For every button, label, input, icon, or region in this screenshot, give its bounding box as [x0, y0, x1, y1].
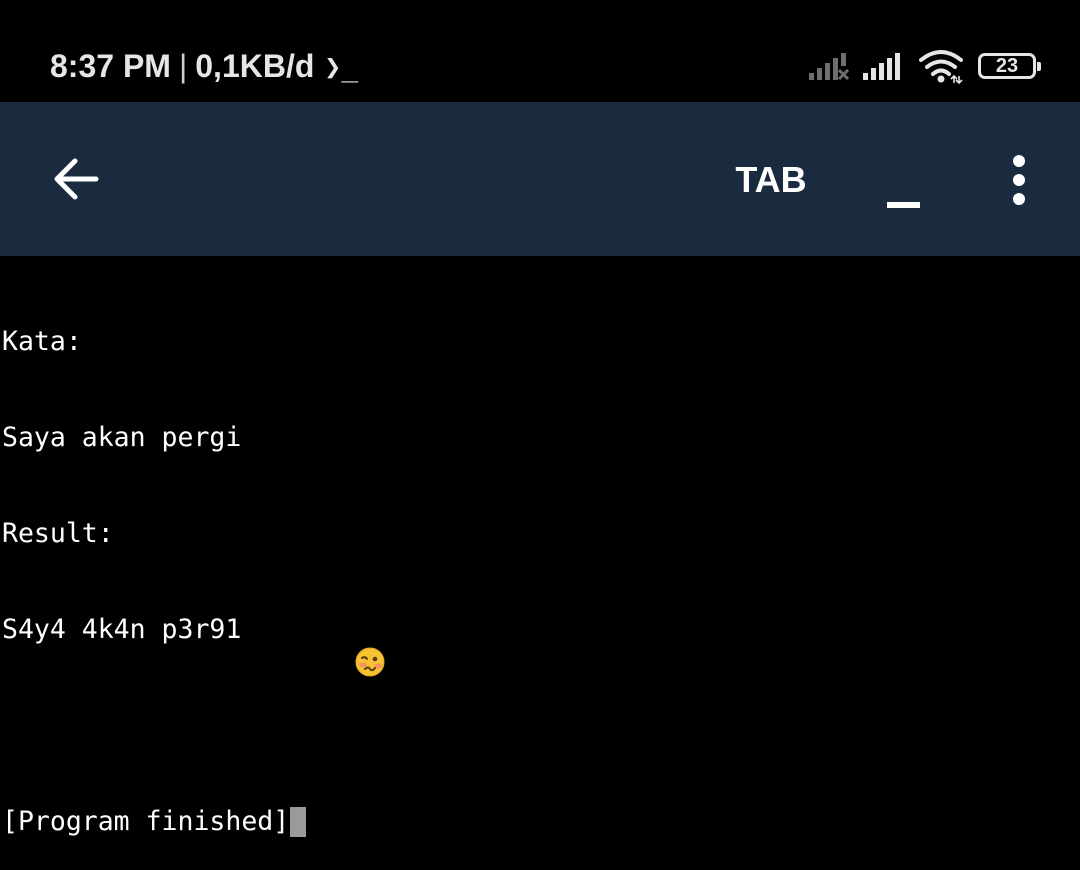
status-separator: |: [178, 47, 188, 84]
terminal-line: Kata:: [2, 326, 1080, 358]
network-speed: 0,1KB/d: [195, 47, 315, 84]
tab-button[interactable]: TAB: [720, 154, 822, 206]
terminal-line: [Program finished]: [2, 806, 1080, 838]
status-bar: 8:37 PM | 0,1KB/d ❯_ 23: [0, 0, 1080, 102]
wifi-icon: [918, 48, 964, 84]
arrow-left-icon: [52, 157, 100, 201]
terminal-line-text: Saya akan pergi: [2, 422, 242, 453]
terminal-line-text: S4y4 4k4n p3r91: [2, 614, 242, 645]
terminal-line-text: Kata:: [2, 326, 82, 357]
terminal-line: Saya akan pergi: [2, 422, 1080, 454]
battery-level: 23: [995, 55, 1019, 77]
underscore-icon: [886, 202, 920, 208]
woozy-face-icon: [259, 615, 385, 677]
terminal-output[interactable]: Kata: Saya akan pergi Result: S4y4 4k4n …: [0, 256, 1080, 837]
terminal-cursor: [290, 807, 307, 837]
back-button[interactable]: [44, 151, 108, 207]
terminal-line: Result:: [2, 518, 1080, 550]
battery-icon: 23: [978, 53, 1041, 79]
status-left: 8:37 PM | 0,1KB/d ❯_: [50, 44, 358, 88]
terminal-line-text: [Program finished]: [2, 806, 290, 837]
terminal-line-text: Result:: [2, 518, 114, 549]
underscore-key-button[interactable]: [872, 154, 934, 214]
terminal-line: S4y4 4k4n p3r91: [2, 614, 1080, 677]
signal-off-icon: [808, 51, 850, 81]
app-toolbar: TAB: [0, 102, 1080, 256]
more-options-button[interactable]: [996, 150, 1042, 210]
more-vertical-icon: [1013, 155, 1025, 167]
status-right: 23: [808, 44, 1041, 88]
terminal-notification-icon: ❯_: [324, 49, 359, 83]
more-vertical-icon-dot: [1013, 174, 1025, 186]
status-time: 8:37 PM: [50, 47, 171, 84]
more-vertical-icon-dot: [1013, 193, 1025, 205]
signal-icon: [862, 51, 904, 81]
